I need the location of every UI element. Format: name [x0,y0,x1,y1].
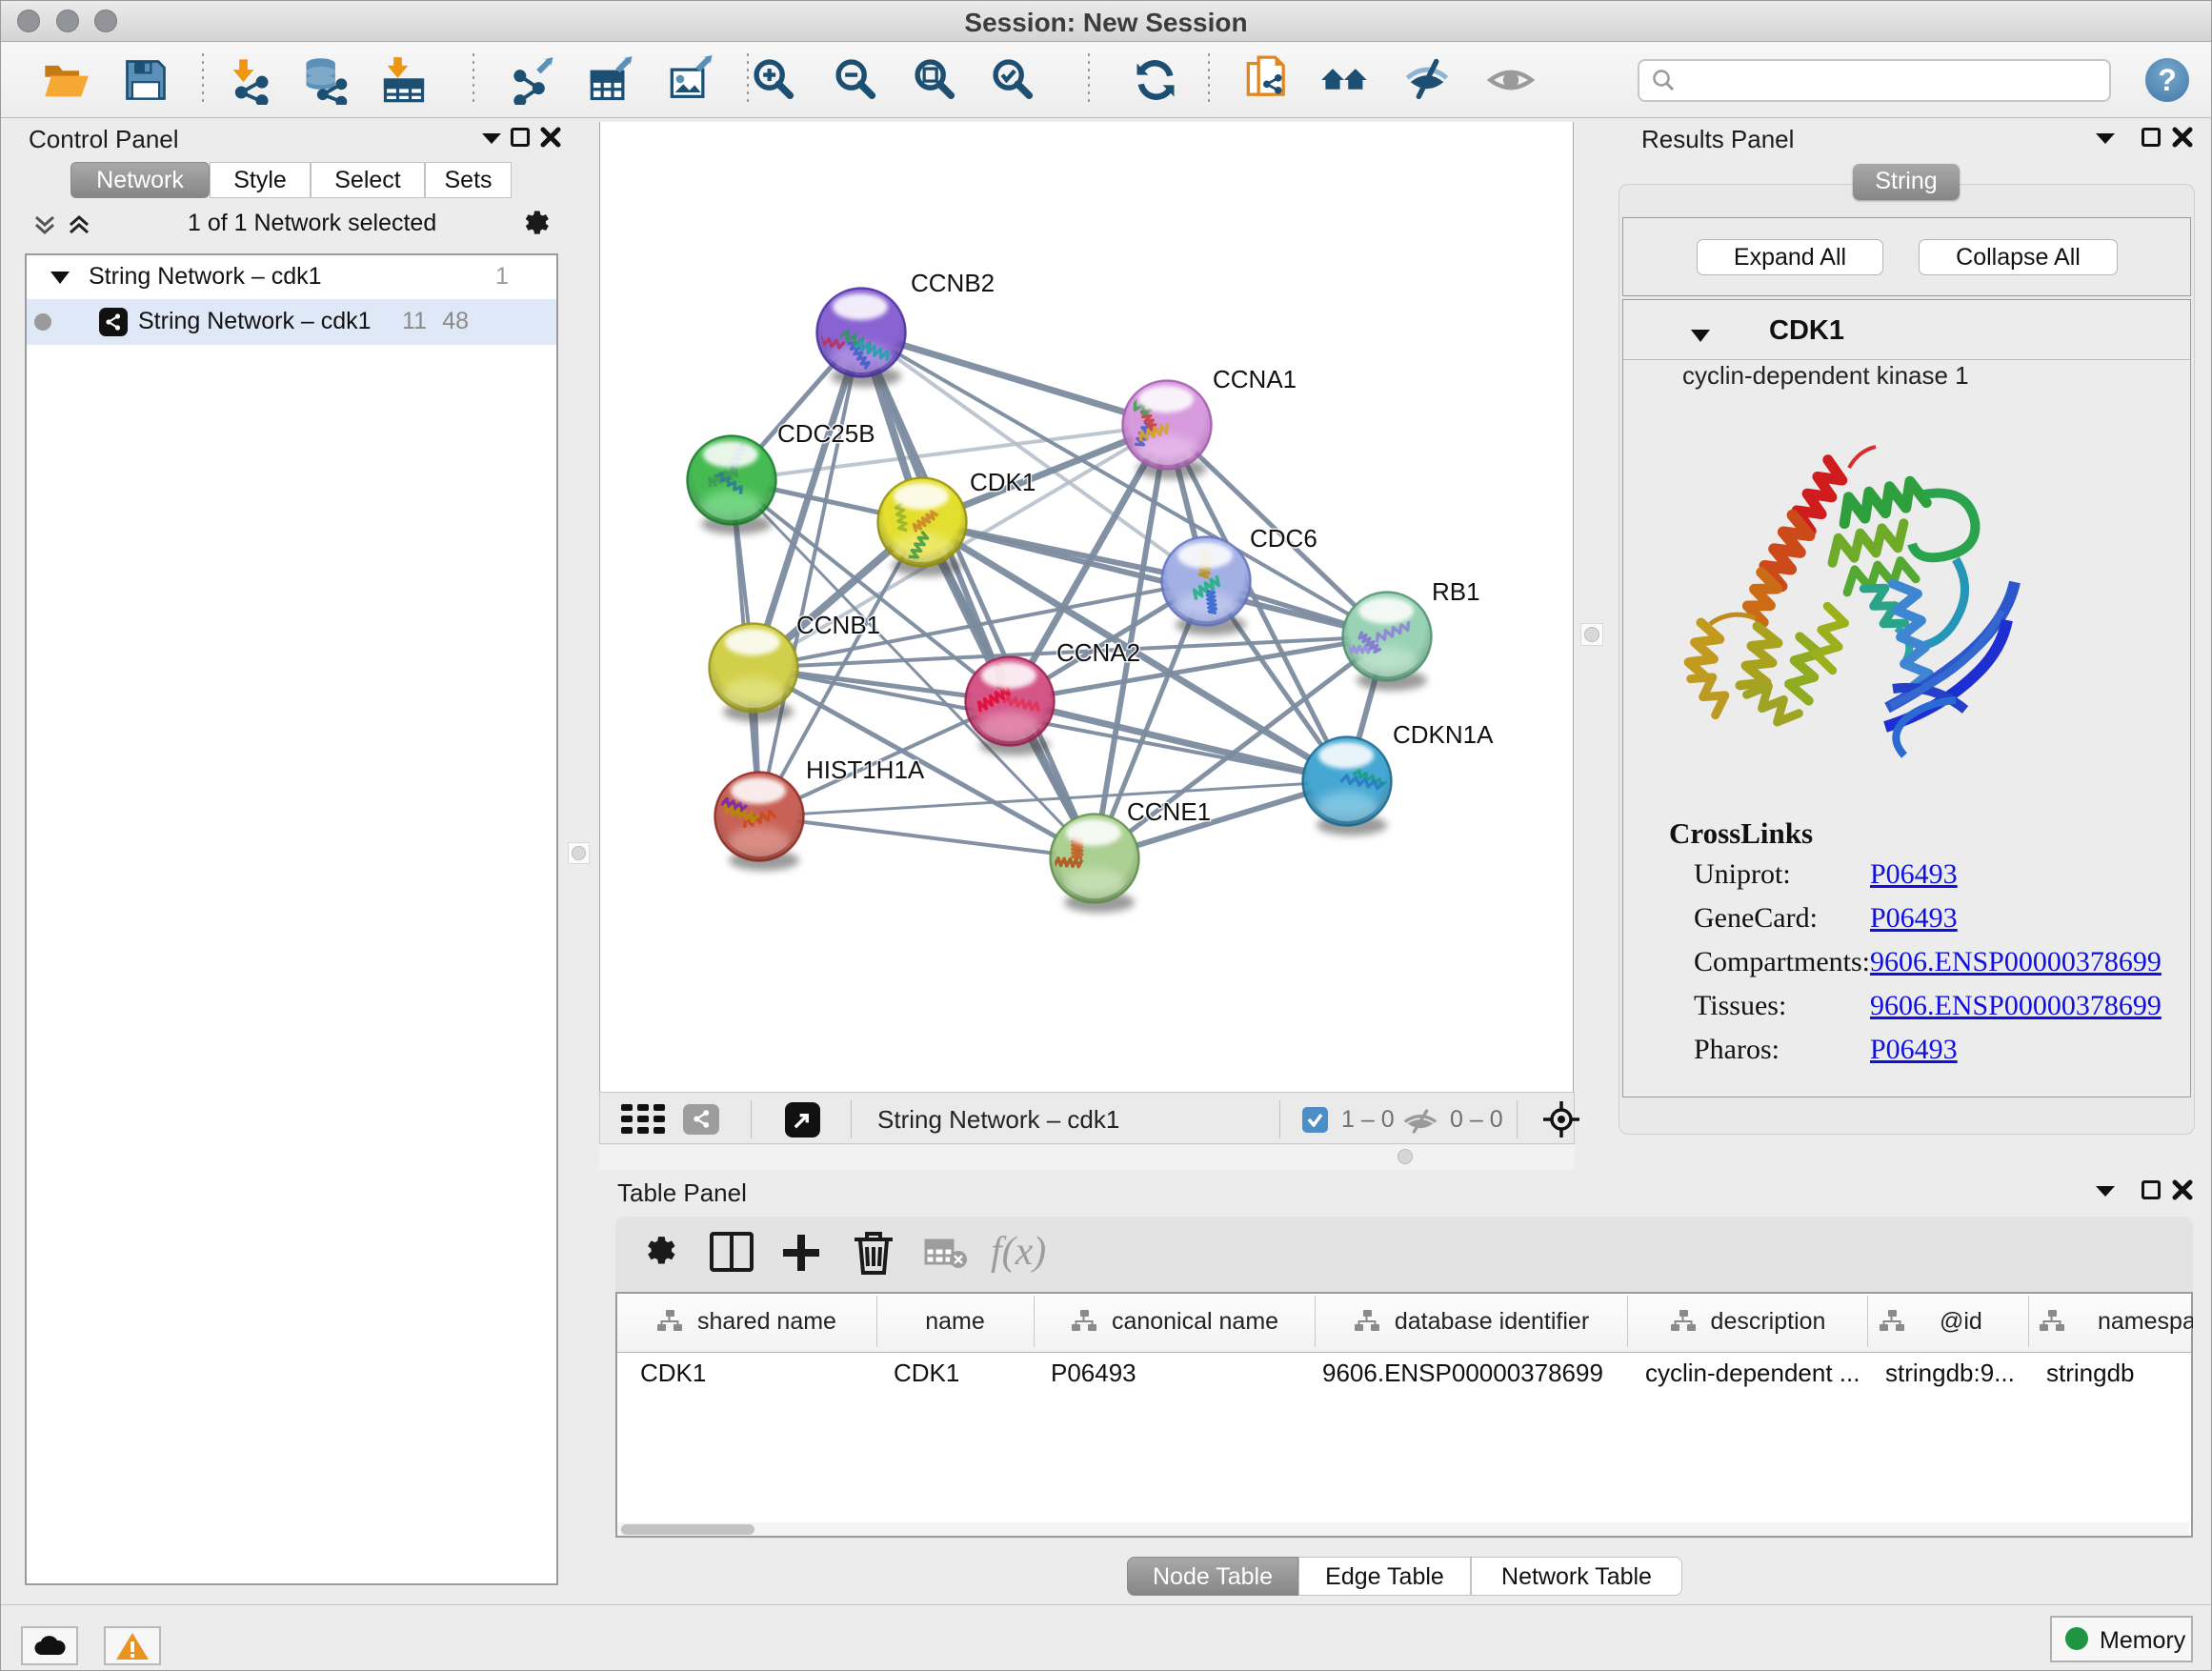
svg-text:CDKN1A: CDKN1A [1393,720,1494,749]
svg-text:RB1: RB1 [1432,577,1480,606]
svg-text:CCNB2: CCNB2 [911,269,995,297]
svg-text:HIST1H1A: HIST1H1A [806,755,925,784]
svg-text:CDC25B: CDC25B [777,419,875,448]
svg-text:CCNA1: CCNA1 [1213,365,1297,393]
svg-text:CCNE1: CCNE1 [1127,797,1211,826]
svg-text:CCNB1: CCNB1 [796,611,880,639]
svg-text:CCNA2: CCNA2 [1056,638,1140,667]
svg-text:CDC6: CDC6 [1250,524,1317,553]
svg-text:CDK1: CDK1 [970,468,1036,496]
